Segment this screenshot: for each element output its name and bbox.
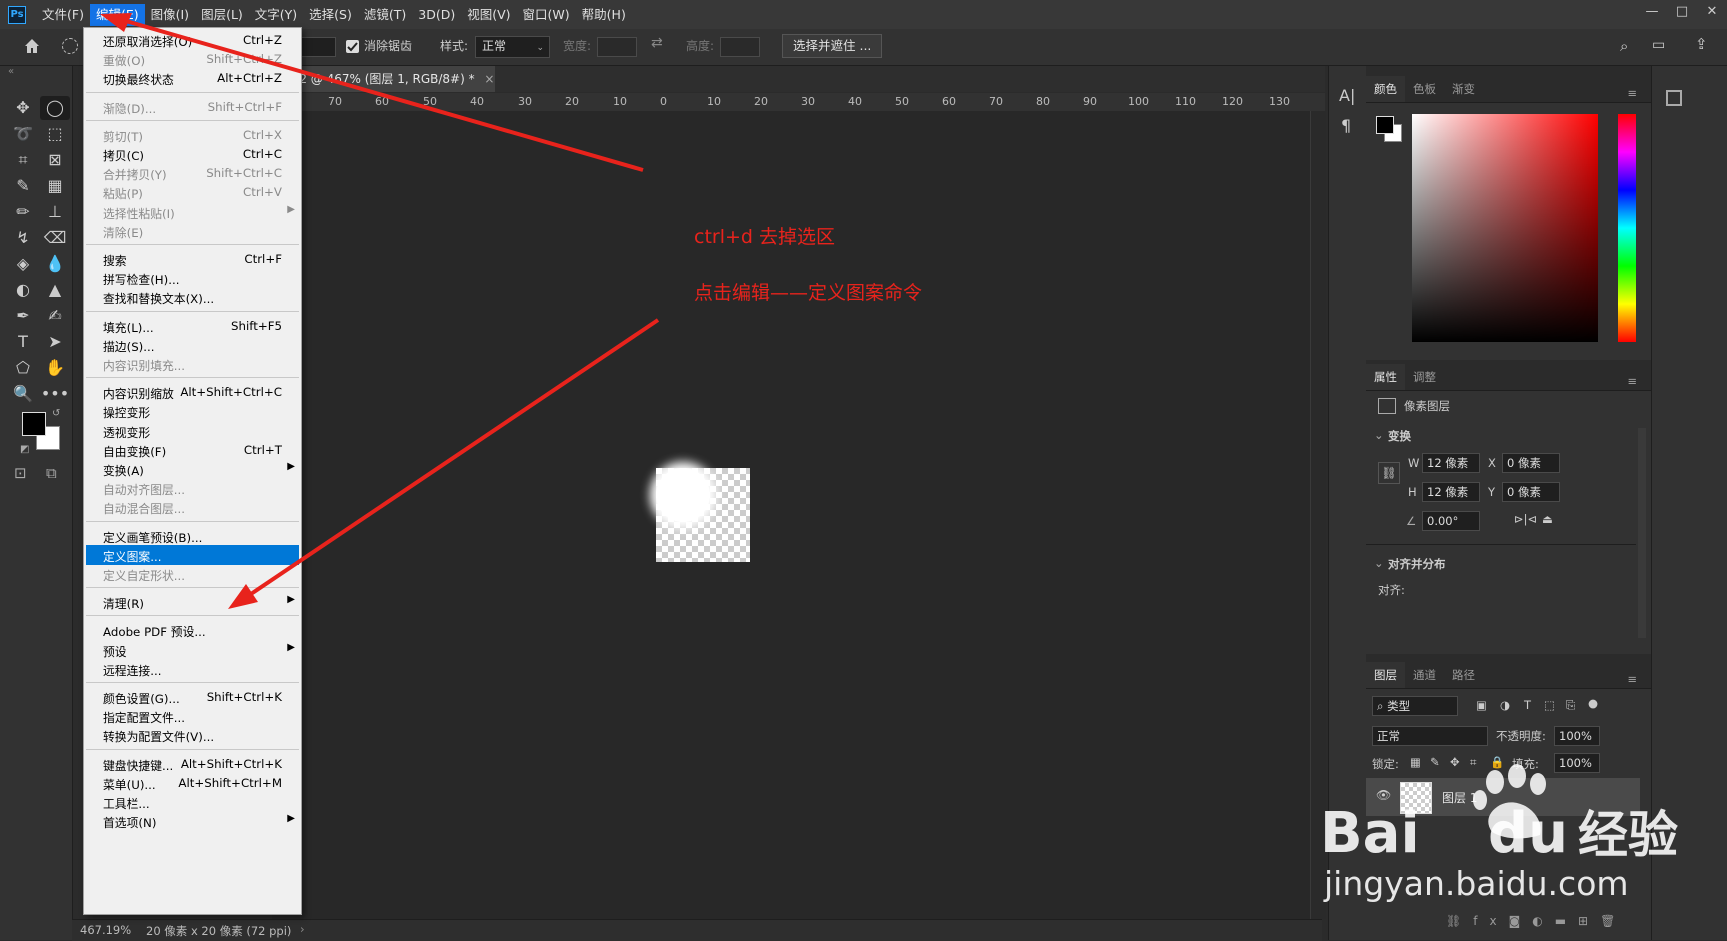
- svg-text:jingyan.baidu.com: jingyan.baidu.com: [1323, 864, 1629, 903]
- color-fg-swatch[interactable]: [1376, 116, 1394, 134]
- arrowhead-edit-menu: [100, 13, 132, 32]
- svg-text:du: du: [1488, 801, 1568, 866]
- baidu-jingyan-watermark: Bai du 经验 jingyan.baidu.com: [1320, 760, 1720, 910]
- svg-text:经验: 经验: [1578, 806, 1678, 864]
- arrow-to-define-pattern: [240, 318, 660, 602]
- annotation-text-define-pattern: 点击编辑——定义图案命令: [694, 282, 923, 304]
- arrow-to-edit-menu: [111, 15, 644, 172]
- baidu-paw-logo: Bai du 经验 jingyan.baidu.com: [1320, 764, 1678, 903]
- arrowhead-define-pattern: [228, 584, 258, 609]
- annotation-text-deselect: ctrl+d 去掉选区: [694, 226, 836, 248]
- svg-text:Bai: Bai: [1320, 801, 1420, 866]
- foreground-color-swatch[interactable]: [22, 412, 46, 436]
